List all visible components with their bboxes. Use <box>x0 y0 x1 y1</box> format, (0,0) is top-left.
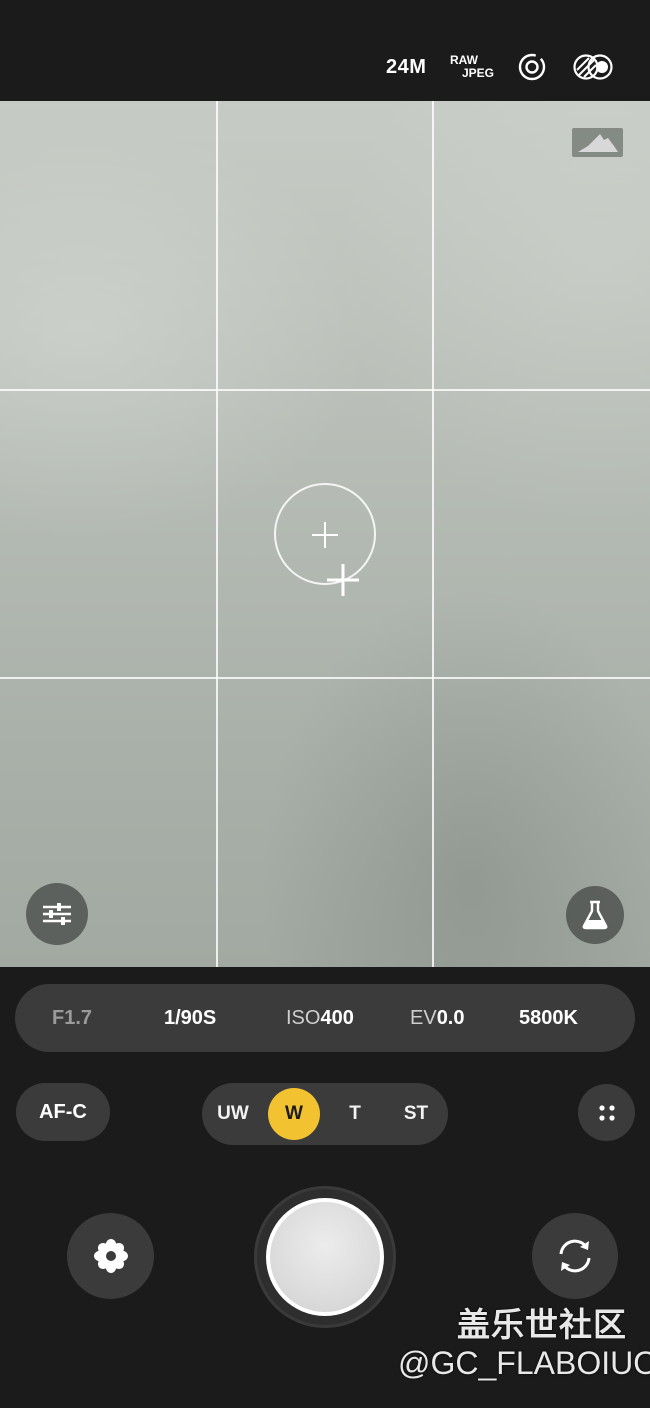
lens-st-button[interactable]: ST <box>390 1088 442 1140</box>
ev-label: EV <box>410 1007 437 1029</box>
lens-selector: UW W T ST <box>202 1083 448 1145</box>
mode-button[interactable] <box>67 1213 154 1299</box>
white-balance-value[interactable]: 5800K <box>519 984 578 1052</box>
af-mode-button[interactable]: AF-C <box>16 1083 110 1141</box>
filter-icon <box>573 54 613 80</box>
more-icon <box>598 1104 615 1121</box>
grid-line <box>432 101 434 967</box>
lab-flask-icon <box>582 900 608 930</box>
resolution-button[interactable]: 24M <box>386 56 426 79</box>
lens-t-button[interactable]: T <box>329 1088 381 1140</box>
histogram-icon[interactable] <box>572 128 623 157</box>
shutter-button-face[interactable] <box>270 1202 380 1312</box>
watermark-handle: @GC_FLABOIUO <box>398 1345 650 1381</box>
settings-sliders-button[interactable] <box>26 883 88 945</box>
top-bar: 24M RAW JPEG <box>0 0 650 101</box>
viewfinder[interactable] <box>0 101 650 967</box>
lens-uw-button[interactable]: UW <box>207 1088 259 1140</box>
format-jpeg-label: JPEG <box>461 66 494 80</box>
ev-control[interactable]: EV0.0 <box>410 984 465 1052</box>
iso-control[interactable]: ISO400 <box>286 984 354 1052</box>
shutter-speed-value[interactable]: 1/90S <box>164 984 216 1052</box>
lens-w-button[interactable]: W <box>268 1088 320 1140</box>
filter-button[interactable] <box>571 51 615 83</box>
switch-camera-icon <box>559 1239 591 1273</box>
watermark-title: 盖乐世社区 <box>457 1305 627 1344</box>
settings-sliders-icon <box>43 903 71 925</box>
iso-value: 400 <box>320 1007 354 1029</box>
iso-label: ISO <box>286 1007 321 1029</box>
metering-point-icon[interactable] <box>325 562 361 598</box>
focus-center-icon <box>312 522 338 548</box>
grid-line <box>216 101 218 967</box>
timer-icon <box>518 53 546 81</box>
timer-button[interactable] <box>516 51 548 83</box>
switch-camera-button[interactable] <box>532 1213 618 1299</box>
more-button[interactable] <box>578 1084 635 1141</box>
aperture-value[interactable]: F1.7 <box>52 984 92 1052</box>
grid-line <box>0 677 650 679</box>
pro-parameter-bar: F1.7 1/90S ISO400 EV0.0 5800K <box>15 984 635 1052</box>
lab-button[interactable] <box>566 886 624 944</box>
format-button[interactable]: RAW JPEG <box>450 54 494 79</box>
format-raw-label: RAW <box>450 53 478 67</box>
mode-flower-icon <box>93 1239 128 1273</box>
ev-value: 0.0 <box>436 1007 465 1029</box>
grid-line <box>0 389 650 391</box>
